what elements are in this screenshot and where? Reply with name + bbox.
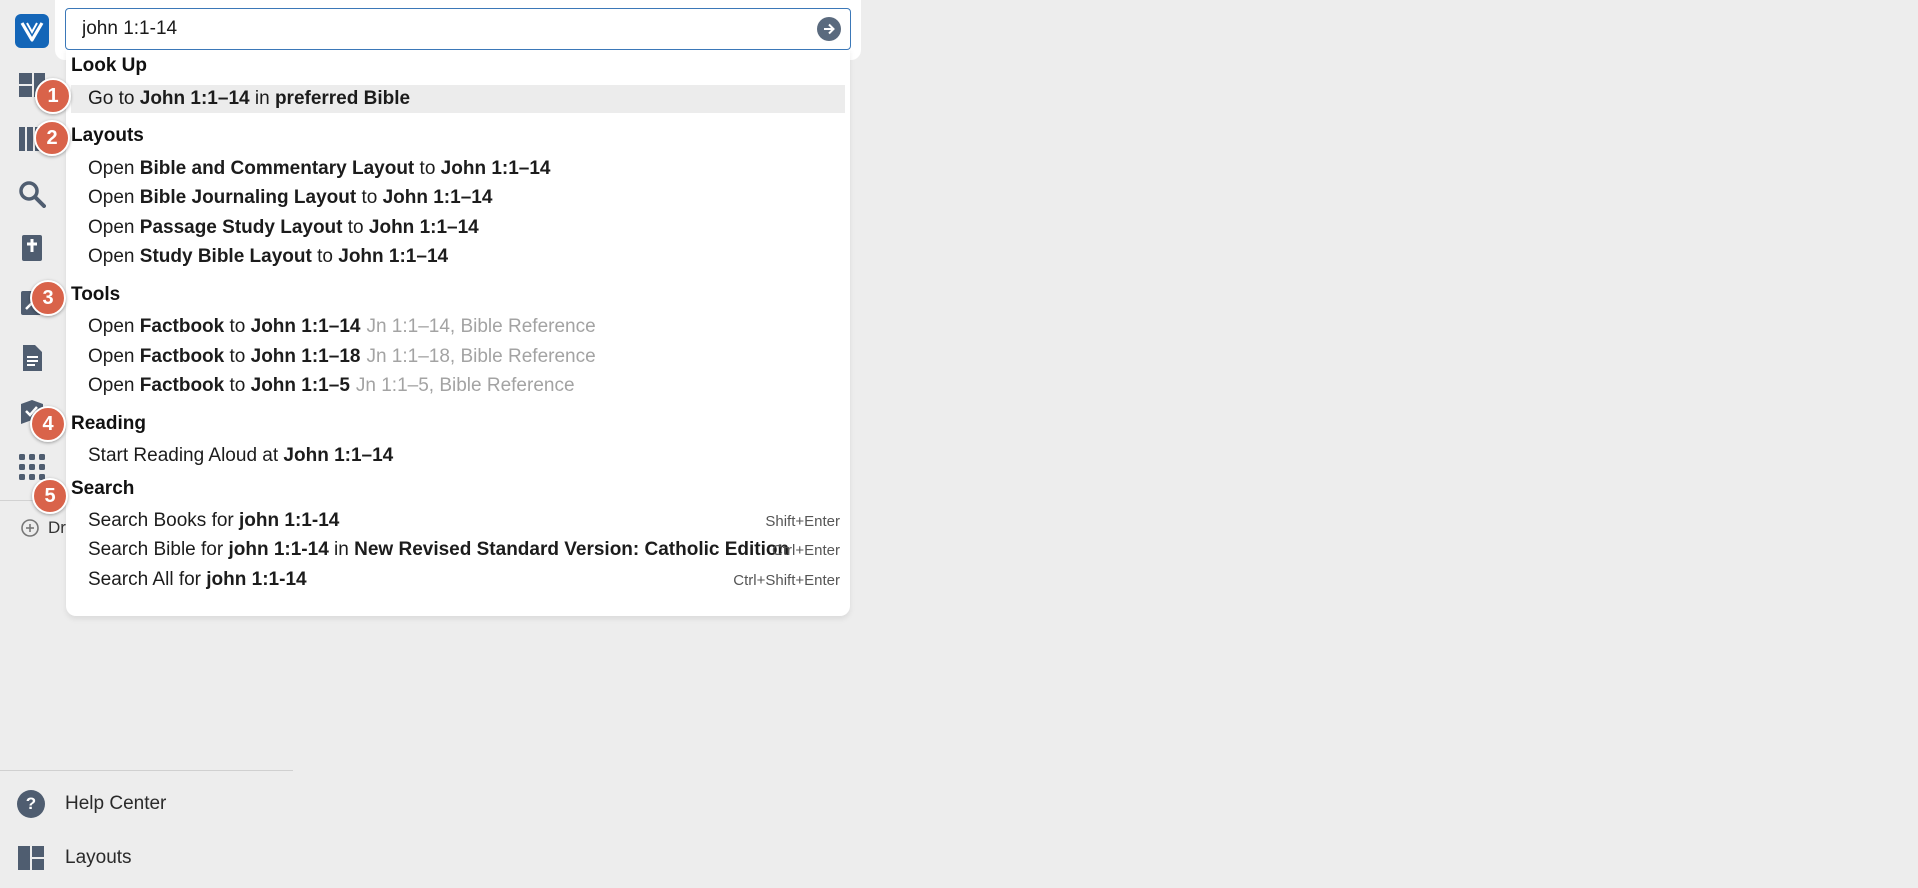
item-reference-hint: Jn 1:1–18, Bible Reference xyxy=(366,346,596,367)
item-bold-text: Study Bible Layout xyxy=(139,246,312,267)
add-shortcut-row[interactable]: Dr xyxy=(20,518,68,538)
suggestion-item[interactable]: Open Factbook to John 1:1–14 Jn 1:1–14, B… xyxy=(71,313,845,341)
suggestion-item[interactable]: Search Bible for john 1:1-14 in New Revi… xyxy=(71,536,845,564)
item-text: Open xyxy=(88,187,140,208)
keyboard-shortcut: Ctrl+Shift+Enter xyxy=(733,571,840,589)
item-text: to xyxy=(224,375,251,396)
step-badge: 5 xyxy=(32,478,68,514)
item-text: Open xyxy=(88,246,140,267)
item-bold-text: John 1:1–5 xyxy=(250,375,350,396)
item-reference-hint: Jn 1:1–5, Bible Reference xyxy=(355,375,575,396)
section-title: Layouts xyxy=(71,125,144,146)
suggestion-item[interactable]: Search Books for john 1:1-14 Shift+Enter xyxy=(71,507,845,535)
step-badge: 1 xyxy=(35,78,71,114)
app-window: Dr ? Help Center Layouts Look Up Go to Jo… xyxy=(0,0,1918,888)
section-title: Reading xyxy=(71,413,146,434)
step-badge: 2 xyxy=(34,120,70,156)
section-title: Tools xyxy=(71,284,121,305)
suggestion-item[interactable]: Start Reading Aloud at John 1:1–14 xyxy=(71,442,845,470)
suggestions-dropdown: Look Up Go to John 1:1–14 in preferred Bi… xyxy=(66,48,850,616)
step-badge: 3 xyxy=(30,280,66,316)
item-text: Go to xyxy=(88,88,140,109)
item-text: Search Bible for xyxy=(88,539,229,560)
logo-icon[interactable] xyxy=(15,14,49,48)
suggestion-item[interactable]: Open Bible and Commentary Layout to John… xyxy=(71,155,845,183)
item-bold-text: John 1:1–14 xyxy=(368,217,479,238)
item-bold-text: Passage Study Layout xyxy=(139,217,343,238)
item-text: to xyxy=(311,246,339,267)
item-text: Open xyxy=(88,375,140,396)
item-text: Open xyxy=(88,316,140,337)
search-icon[interactable] xyxy=(15,177,49,211)
add-shortcut-label: Dr xyxy=(48,518,66,537)
item-bold-text: John 1:1–14 xyxy=(283,445,394,466)
item-text: to xyxy=(224,346,251,367)
item-bold-text: John 1:1–14 xyxy=(382,187,493,208)
item-text: Search Books for xyxy=(88,510,240,531)
item-text: Start Reading Aloud at xyxy=(88,445,284,466)
suggestion-item[interactable]: Open Study Bible Layout to John 1:1–14 xyxy=(71,243,845,271)
item-reference-hint: Jn 1:1–14, Bible Reference xyxy=(366,316,596,337)
item-bold-text: John 1:1–14 xyxy=(250,316,361,337)
item-bold-text: New Revised Standard Version: Catholic E… xyxy=(354,539,790,560)
go-button[interactable] xyxy=(817,17,841,41)
item-bold-text: preferred Bible xyxy=(274,88,411,109)
step-badge: 4 xyxy=(30,406,66,442)
keyboard-shortcut: Ctrl+Enter xyxy=(772,541,840,559)
arrow-right-icon xyxy=(824,23,835,35)
item-text: in xyxy=(249,88,275,109)
item-bold-text: John 1:1–14 xyxy=(139,88,250,109)
section-title: Look Up xyxy=(71,55,147,76)
layouts-icon xyxy=(18,846,44,870)
help-center-item[interactable]: ? Help Center xyxy=(17,789,166,819)
suggestion-item[interactable]: Open Factbook to John 1:1–18 Jn 1:1–18, B… xyxy=(71,343,845,371)
item-bold-text: Factbook xyxy=(139,316,225,337)
item-text: Open xyxy=(88,346,140,367)
suggestion-item[interactable]: Search All for john 1:1-14 Ctrl+Shift+Ent… xyxy=(71,566,845,594)
bottom-divider xyxy=(0,770,293,771)
layouts-label: Layouts xyxy=(65,847,132,868)
add-circle-icon xyxy=(21,519,39,537)
item-bold-text: john 1:1-14 xyxy=(228,539,329,560)
item-bold-text: Factbook xyxy=(139,346,225,367)
section-title: Search xyxy=(71,478,135,499)
bible-icon[interactable] xyxy=(15,231,49,265)
item-bold-text: Bible Journaling Layout xyxy=(139,187,357,208)
search-input[interactable] xyxy=(80,9,780,48)
item-text: to xyxy=(342,217,369,238)
item-text: Search All for xyxy=(88,569,207,590)
item-text: to xyxy=(224,316,251,337)
document-icon[interactable] xyxy=(15,341,49,375)
item-bold-text: John 1:1–14 xyxy=(338,246,449,267)
help-icon: ? xyxy=(17,790,45,818)
item-bold-text: John 1:1–18 xyxy=(250,346,361,367)
layouts-item[interactable]: Layouts xyxy=(17,843,132,873)
suggestion-item[interactable]: Open Factbook to John 1:1–5 Jn 1:1–5, Bib… xyxy=(71,372,845,400)
suggestion-item[interactable]: Open Bible Journaling Layout to John 1:1… xyxy=(71,184,845,212)
item-bold-text: John 1:1–14 xyxy=(440,158,551,179)
item-bold-text: john 1:1-14 xyxy=(206,569,307,590)
item-text: to xyxy=(356,187,383,208)
keyboard-shortcut: Shift+Enter xyxy=(765,512,840,530)
suggestion-item[interactable]: Go to John 1:1–14 in preferred Bible xyxy=(71,85,845,113)
item-text: to xyxy=(414,158,441,179)
item-bold-text: Factbook xyxy=(139,375,225,396)
search-box xyxy=(65,8,851,50)
item-text: Open xyxy=(88,158,140,179)
item-text: in xyxy=(328,539,355,560)
item-text: Open xyxy=(88,217,140,238)
help-center-label: Help Center xyxy=(65,793,167,814)
item-bold-text: john 1:1-14 xyxy=(239,510,340,531)
suggestion-item[interactable]: Open Passage Study Layout to John 1:1–14 xyxy=(71,214,845,242)
item-bold-text: Bible and Commentary Layout xyxy=(139,158,415,179)
